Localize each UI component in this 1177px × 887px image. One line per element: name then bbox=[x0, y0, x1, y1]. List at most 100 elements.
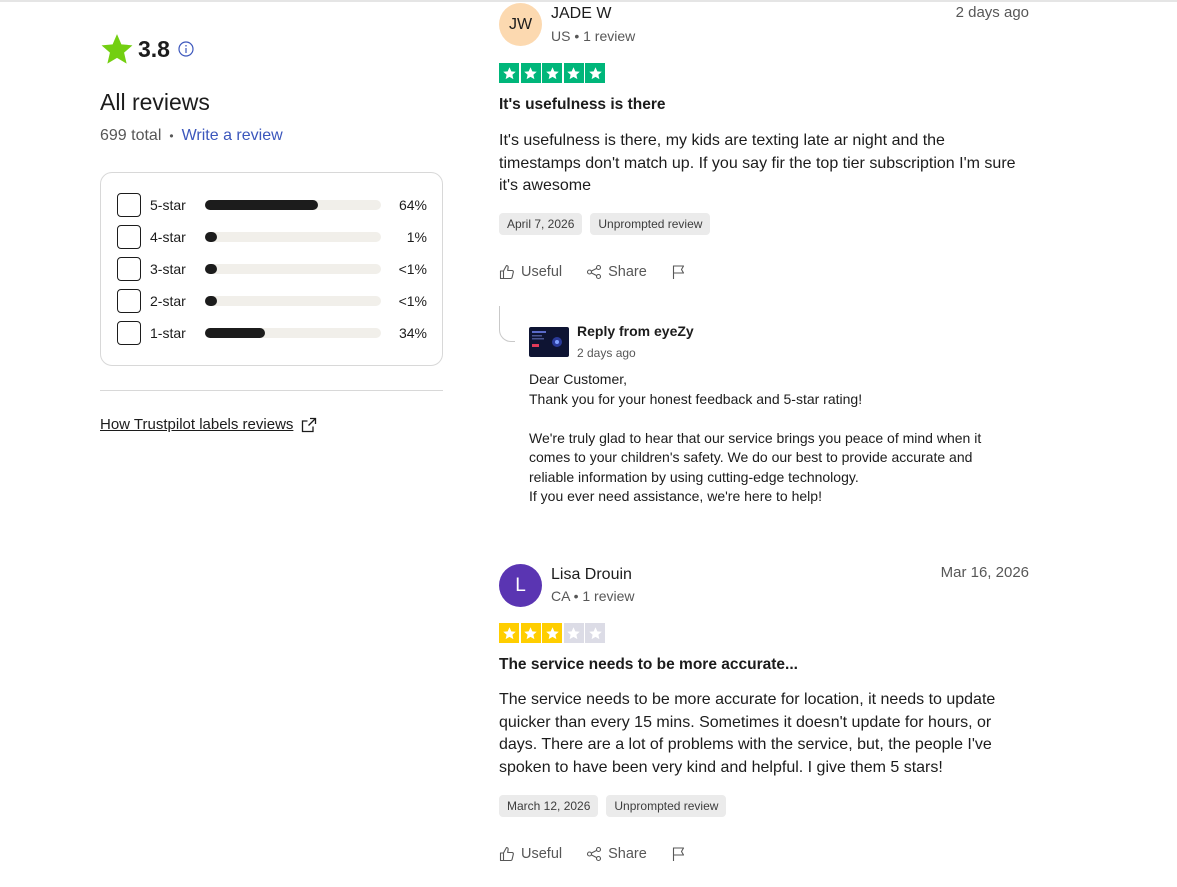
reviewer-meta: CA • 1 review bbox=[551, 588, 635, 604]
filter-checkbox[interactable] bbox=[117, 225, 141, 249]
distribution-label: 5-star bbox=[150, 197, 186, 213]
report-button[interactable] bbox=[671, 846, 693, 862]
distribution-bar-fill bbox=[205, 328, 265, 338]
share-button[interactable]: Share bbox=[586, 846, 647, 862]
write-review-link[interactable]: Write a review bbox=[182, 127, 283, 145]
reply-line: Dear Customer, bbox=[529, 371, 628, 387]
unprompted-tag[interactable]: Unprompted review bbox=[606, 795, 727, 817]
review-title[interactable]: It's usefulness is there bbox=[499, 96, 666, 114]
useful-button[interactable]: Useful bbox=[499, 846, 562, 862]
review-date: Mar 16, 2026 bbox=[940, 564, 1029, 581]
reply-line: We're truly glad to hear that our servic… bbox=[529, 429, 982, 485]
reply-connector bbox=[499, 306, 515, 342]
star-rating bbox=[499, 623, 607, 643]
filter-checkbox[interactable] bbox=[117, 321, 141, 345]
rating-star-icon bbox=[520, 63, 541, 83]
how-labels-link-text[interactable]: How Trustpilot labels reviews bbox=[100, 416, 293, 433]
distribution-row-5[interactable]: 5-star 64% bbox=[117, 193, 429, 217]
date-of-experience-tag: March 12, 2026 bbox=[499, 795, 599, 817]
share-label[interactable]: Share bbox=[608, 264, 647, 280]
external-link-icon bbox=[302, 417, 317, 432]
rating-star-icon bbox=[520, 623, 541, 643]
reviewer-name[interactable]: JADE W bbox=[551, 5, 611, 23]
rating-header: 3.8 bbox=[100, 32, 194, 66]
distribution-label: 3-star bbox=[150, 261, 186, 277]
unprompted-tag[interactable]: Unprompted review bbox=[590, 213, 711, 235]
rating-star-icon bbox=[585, 623, 605, 643]
useful-label[interactable]: Useful bbox=[521, 846, 562, 862]
total-count: 699 total bbox=[100, 127, 162, 144]
avatar[interactable]: JW bbox=[499, 3, 542, 46]
thumbs-up-icon bbox=[499, 264, 514, 280]
filter-checkbox[interactable] bbox=[117, 289, 141, 313]
distribution-label: 4-star bbox=[150, 229, 186, 245]
rating-star-icon bbox=[563, 623, 584, 643]
share-icon bbox=[587, 846, 602, 862]
reply-line: If you ever need assistance, we're here … bbox=[529, 488, 822, 504]
total-row: 699 total • Write a review bbox=[100, 127, 283, 145]
distribution-bar bbox=[205, 232, 381, 242]
star-rating bbox=[499, 63, 607, 83]
distribution-bar bbox=[205, 264, 381, 274]
distribution-percent: 34% bbox=[398, 325, 427, 341]
rating-star-icon bbox=[499, 63, 519, 83]
distribution-bar bbox=[205, 296, 381, 306]
distribution-percent: 64% bbox=[398, 197, 427, 213]
rating-distribution: 5-star 64% 4-star 1% 3-star <1% 2-star <… bbox=[100, 172, 443, 366]
star-icon bbox=[101, 34, 133, 64]
distribution-bar bbox=[205, 328, 381, 338]
divider bbox=[100, 390, 443, 391]
flag-icon bbox=[672, 265, 684, 279]
reviewer-name[interactable]: Lisa Drouin bbox=[551, 566, 632, 584]
rating-star-icon bbox=[499, 623, 519, 643]
reply-body: Dear Customer, Thank you for your honest… bbox=[529, 370, 1019, 507]
share-label[interactable]: Share bbox=[608, 846, 647, 862]
share-button[interactable]: Share bbox=[586, 264, 647, 280]
distribution-percent: <1% bbox=[398, 261, 427, 277]
distribution-row-2[interactable]: 2-star <1% bbox=[117, 289, 429, 313]
distribution-label: 2-star bbox=[150, 293, 186, 309]
distribution-bar-fill bbox=[205, 200, 318, 210]
distribution-row-1[interactable]: 1-star 34% bbox=[117, 321, 429, 345]
useful-label[interactable]: Useful bbox=[521, 264, 562, 280]
rating-star-icon bbox=[563, 63, 584, 83]
reply-author: Reply from eyeZy bbox=[577, 323, 694, 339]
distribution-bar bbox=[205, 200, 381, 210]
section-heading: All reviews bbox=[100, 89, 210, 115]
date-of-experience-tag: April 7, 2026 bbox=[499, 213, 583, 235]
useful-button[interactable]: Useful bbox=[499, 264, 562, 280]
rating-star-icon bbox=[542, 63, 562, 83]
reply-date: 2 days ago bbox=[577, 346, 636, 360]
rating-star-icon bbox=[585, 63, 605, 83]
distribution-row-3[interactable]: 3-star <1% bbox=[117, 257, 429, 281]
distribution-row-4[interactable]: 4-star 1% bbox=[117, 225, 429, 249]
avatar[interactable]: L bbox=[499, 564, 542, 607]
overall-rating: 3.8 bbox=[138, 35, 170, 62]
company-logo bbox=[529, 327, 569, 357]
distribution-bar-fill bbox=[205, 296, 217, 306]
reviewer-meta: US • 1 review bbox=[551, 28, 636, 44]
review-title[interactable]: The service needs to be more accurate... bbox=[499, 656, 798, 674]
flag-icon bbox=[672, 847, 684, 861]
review-card: L Lisa Drouin CA • 1 review Mar 16, 2026… bbox=[499, 560, 1029, 880]
review-actions: Useful Share bbox=[499, 264, 717, 280]
share-icon bbox=[587, 264, 602, 280]
filter-checkbox[interactable] bbox=[117, 257, 141, 281]
report-button[interactable] bbox=[671, 264, 693, 280]
distribution-percent: 1% bbox=[406, 229, 427, 245]
how-labels-link[interactable]: How Trustpilot labels reviews bbox=[100, 416, 317, 433]
distribution-bar-fill bbox=[205, 232, 217, 242]
thumbs-up-icon bbox=[499, 846, 514, 862]
distribution-percent: <1% bbox=[398, 293, 427, 309]
reply-line: Thank you for your honest feedback and 5… bbox=[529, 390, 863, 407]
review-tags: March 12, 2026 Unprompted review bbox=[499, 795, 734, 817]
filter-checkbox[interactable] bbox=[117, 193, 141, 217]
distribution-bar-fill bbox=[205, 264, 217, 274]
review-body: It's usefulness is there, my kids are te… bbox=[499, 132, 1016, 194]
review-date: 2 days ago bbox=[955, 4, 1029, 21]
distribution-label: 1-star bbox=[150, 325, 186, 341]
info-icon[interactable] bbox=[178, 41, 194, 57]
review-tags: April 7, 2026 Unprompted review bbox=[499, 213, 718, 235]
rating-star-icon bbox=[542, 623, 562, 643]
dot-separator: • bbox=[169, 129, 174, 143]
